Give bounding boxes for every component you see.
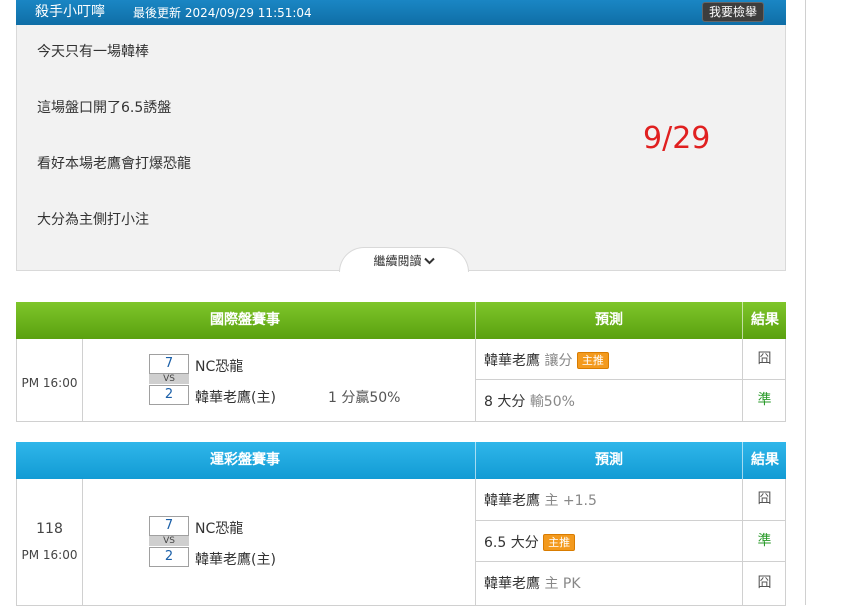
table-body: 118 PM 16:00 7 VS 2 NC恐龍 韓華老鷹(主) 韓華老鷹 主 … bbox=[16, 479, 786, 606]
score-team2: 2 bbox=[149, 547, 189, 567]
vs-label: VS bbox=[149, 374, 189, 384]
score-team2: 2 bbox=[149, 385, 189, 405]
prediction-total: 8 大分 bbox=[484, 394, 526, 410]
table-header: 運彩盤賽事 預測 結果 bbox=[16, 442, 786, 479]
handicap-text: 1 分贏50% bbox=[328, 390, 401, 406]
result-cell: 準 bbox=[742, 521, 786, 561]
game-time-cell: PM 16:00 bbox=[17, 339, 83, 421]
match-cell: 7 VS 2 NC恐龍 韓華老鷹(主) 1 分贏50% bbox=[83, 339, 475, 421]
prediction-text: 韓華老鷹 讓分 主推 bbox=[484, 350, 609, 370]
score-team1: 7 bbox=[149, 516, 189, 536]
report-button[interactable]: 我要檢舉 bbox=[701, 2, 764, 22]
prediction-cell: 韓華老鷹 主 +1.5 bbox=[475, 479, 742, 520]
game-number: 118 bbox=[36, 521, 63, 537]
vs-label: VS bbox=[149, 536, 189, 546]
prediction-team: 韓華老鷹 bbox=[484, 493, 540, 509]
header-prediction: 預測 bbox=[475, 302, 742, 339]
prediction-note: 主 +1.5 bbox=[544, 493, 597, 509]
post-header: 殺手小叮嚀 最後更新 2024/09/29 11:51:04 我要檢舉 bbox=[16, 0, 786, 25]
read-more-label: 繼續閱讀 bbox=[373, 254, 422, 268]
article-line: 今天只有一場韓棒 bbox=[37, 44, 149, 60]
result-cell: 囧 bbox=[742, 339, 786, 379]
prediction-text: 8 大分 輸50% bbox=[484, 391, 575, 411]
header-match: 國際盤賽事 bbox=[210, 312, 280, 328]
prediction-cell: 韓華老鷹 讓分 主推 bbox=[475, 339, 742, 379]
prediction-total: 6.5 大分 bbox=[484, 535, 539, 551]
article-line: 看好本場老鷹會打爆恐龍 bbox=[37, 156, 191, 172]
date-stamp: 9/29 bbox=[643, 121, 711, 156]
prediction-note: 主 PK bbox=[544, 576, 581, 592]
team2-name: 韓華老鷹(主) bbox=[195, 552, 276, 568]
score-team1: 7 bbox=[149, 354, 189, 374]
prediction-cell: 韓華老鷹 主 PK bbox=[475, 562, 742, 605]
read-more-button[interactable]: 繼續閱讀 bbox=[339, 247, 469, 272]
article-line: 大分為主側打小注 bbox=[37, 212, 149, 228]
prediction-team: 韓華老鷹 bbox=[484, 576, 540, 592]
table-body: PM 16:00 7 VS 2 NC恐龍 韓華老鷹(主) 1 分贏50% 韓華老… bbox=[16, 339, 786, 422]
game-time-cell: 118 PM 16:00 bbox=[17, 479, 83, 605]
prediction-note: 輸50% bbox=[529, 394, 575, 410]
article-line: 這場盤口開了6.5誘盤 bbox=[37, 100, 172, 116]
last-updated: 最後更新 2024/09/29 11:51:04 bbox=[133, 6, 312, 20]
table-header: 國際盤賽事 預測 結果 bbox=[16, 302, 786, 339]
prediction-team: 韓華老鷹 bbox=[484, 353, 540, 369]
header-match: 運彩盤賽事 bbox=[210, 452, 280, 468]
author-name[interactable]: 殺手小叮嚀 bbox=[35, 1, 105, 21]
page-divider bbox=[805, 0, 806, 605]
result-cell: 囧 bbox=[742, 562, 786, 605]
recommend-badge: 主推 bbox=[576, 352, 609, 369]
team1-name: NC恐龍 bbox=[195, 359, 244, 375]
article-body: 今天只有一場韓棒 這場盤口開了6.5誘盤 看好本場老鷹會打爆恐龍 大分為主側打小… bbox=[16, 25, 786, 272]
team1-name: NC恐龍 bbox=[195, 521, 244, 537]
prediction-note: 讓分 bbox=[544, 353, 573, 369]
game-time: PM 16:00 bbox=[21, 376, 78, 390]
result-cell: 準 bbox=[742, 380, 786, 421]
prediction-cell: 8 大分 輸50% bbox=[475, 380, 742, 421]
header-result: 結果 bbox=[742, 442, 787, 479]
header-prediction: 預測 bbox=[475, 442, 742, 479]
result-cell: 囧 bbox=[742, 479, 786, 520]
recommend-badge: 主推 bbox=[543, 534, 576, 551]
header-result: 結果 bbox=[742, 302, 787, 339]
match-cell: 7 VS 2 NC恐龍 韓華老鷹(主) bbox=[83, 479, 475, 605]
prediction-cell: 6.5 大分 主推 bbox=[475, 521, 742, 561]
prediction-text: 韓華老鷹 主 +1.5 bbox=[484, 490, 597, 510]
prediction-text: 6.5 大分 主推 bbox=[484, 532, 576, 552]
team2-name: 韓華老鷹(主) bbox=[195, 390, 276, 406]
chevron-down-icon bbox=[423, 250, 435, 276]
prediction-text: 韓華老鷹 主 PK bbox=[484, 573, 581, 593]
game-time: PM 16:00 bbox=[21, 548, 78, 562]
